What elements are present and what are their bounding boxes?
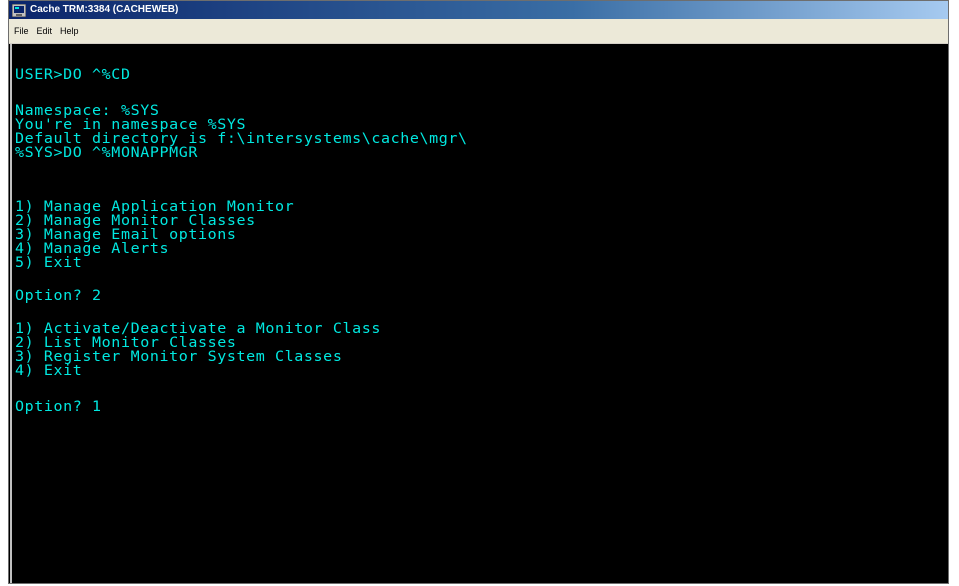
terminal-line: USER>DO ^%CD — [15, 66, 131, 83]
terminal-window: Cache TRM:3384 (CACHEWEB) File Edit Help… — [8, 0, 949, 584]
menu-option: 4) Exit — [15, 362, 83, 379]
terminal-screen[interactable]: USER>DO ^%CD Namespace: %SYS You're in n… — [10, 44, 948, 583]
window-title: Cache TRM:3384 (CACHEWEB) — [30, 4, 179, 15]
menu-help[interactable]: Help — [57, 24, 82, 38]
menu-option: 5) Exit — [15, 254, 83, 271]
option-prompt: Option? 1 — [15, 398, 102, 415]
menu-edit[interactable]: Edit — [34, 24, 56, 38]
menu-file[interactable]: File — [11, 24, 32, 38]
title-bar[interactable]: Cache TRM:3384 (CACHEWEB) — [9, 1, 948, 19]
terminal-line: %SYS>DO ^%MONAPPMGR — [15, 144, 198, 161]
menu-bar: File Edit Help — [9, 19, 948, 44]
app-icon — [12, 3, 26, 17]
option-prompt: Option? 2 — [15, 287, 102, 304]
